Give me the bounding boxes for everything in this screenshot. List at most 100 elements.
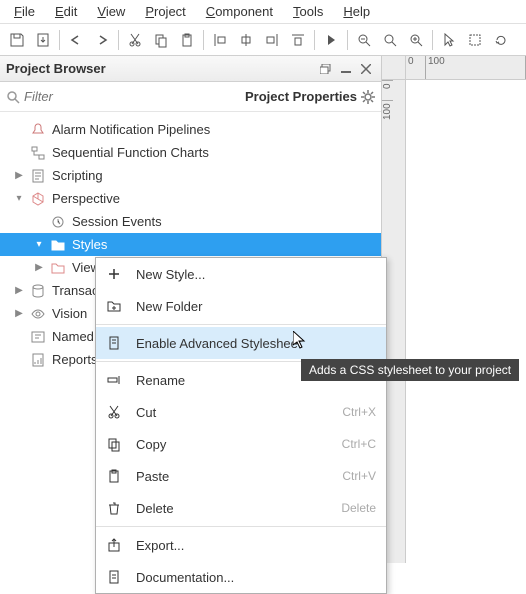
node-label: Session Events xyxy=(72,214,162,229)
pointer-button[interactable] xyxy=(436,26,462,54)
paste-button[interactable] xyxy=(174,26,200,54)
marquee-button[interactable] xyxy=(462,26,488,54)
import-button[interactable] xyxy=(30,26,56,54)
folder-icon xyxy=(50,237,66,253)
copy-button[interactable] xyxy=(148,26,174,54)
filter-input[interactable] xyxy=(24,89,245,104)
align-top-button[interactable] xyxy=(285,26,311,54)
script-icon xyxy=(30,168,46,184)
menu-item-label: Copy xyxy=(136,437,328,452)
rotate-button[interactable] xyxy=(488,26,514,54)
db-icon xyxy=(30,283,46,299)
menu-item-label: New Folder xyxy=(136,299,376,314)
menu-edit[interactable]: Edit xyxy=(45,1,87,22)
node-label: Sequential Function Charts xyxy=(52,145,209,160)
cube-icon xyxy=(30,191,46,207)
paste-icon xyxy=(106,468,122,484)
toolbar xyxy=(0,24,526,56)
node-label: Reports xyxy=(52,352,98,367)
undo-button[interactable] xyxy=(63,26,89,54)
design-canvas[interactable] xyxy=(406,80,526,563)
shortcut-label: Delete xyxy=(341,501,376,515)
tree-node-alarm-notification-pipelines[interactable]: Alarm Notification Pipelines xyxy=(0,118,381,141)
panel-header: Project Browser xyxy=(0,56,381,82)
filter-row: Project Properties xyxy=(0,82,381,112)
cut-button[interactable] xyxy=(122,26,148,54)
cut-icon xyxy=(106,404,122,420)
bell-icon xyxy=(30,122,46,138)
report-icon xyxy=(30,352,46,368)
menu-item-label: Cut xyxy=(136,405,328,420)
zoom-reset-button[interactable] xyxy=(377,26,403,54)
tree-node-scripting[interactable]: ▶ Scripting xyxy=(0,164,381,187)
export-icon xyxy=(106,537,122,553)
canvas-panel: 0 100 0 100 xyxy=(382,56,526,563)
minimize-icon[interactable] xyxy=(337,61,355,77)
menu-item-label: Paste xyxy=(136,469,328,484)
menu-item-label: Documentation... xyxy=(136,570,376,585)
toggle-icon[interactable]: ▶ xyxy=(14,308,24,319)
toggle-icon[interactable]: ▾ xyxy=(34,239,44,250)
align-left-button[interactable] xyxy=(207,26,233,54)
tree-node-perspective[interactable]: ▾Perspective xyxy=(0,187,381,210)
toggle-icon[interactable]: ▶ xyxy=(14,170,24,181)
tooltip: Adds a CSS stylesheet to your project xyxy=(301,359,519,381)
search-box[interactable] xyxy=(6,89,245,104)
tree-node-sequential-function-charts[interactable]: Sequential Function Charts xyxy=(0,141,381,164)
node-label: Vision xyxy=(52,306,87,321)
zoom-out-button[interactable] xyxy=(351,26,377,54)
shortcut-label: Ctrl+V xyxy=(342,469,376,483)
play-button[interactable] xyxy=(318,26,344,54)
menu-item-new-folder[interactable]: New Folder xyxy=(96,290,386,322)
flow-icon xyxy=(30,145,46,161)
align-center-button[interactable] xyxy=(233,26,259,54)
redo-button[interactable] xyxy=(89,26,115,54)
menu-item-label: Delete xyxy=(136,501,327,516)
menu-item-enable-advanced-stylesheet[interactable]: Enable Advanced Stylesheet xyxy=(96,327,386,359)
ruler-horizontal: 0 100 xyxy=(382,56,526,80)
folder-plus-icon xyxy=(106,298,122,314)
save-button[interactable] xyxy=(4,26,30,54)
menu-item-new-style[interactable]: New Style... xyxy=(96,258,386,290)
node-label: Scripting xyxy=(52,168,103,183)
menubar: FileEditViewProjectComponentToolsHelp xyxy=(0,0,526,24)
context-menu: New Style... New Folder Enable Advanced St… xyxy=(95,257,387,594)
menu-item-copy: Copy Ctrl+C xyxy=(96,428,386,460)
folder-o-icon xyxy=(50,260,66,276)
zoom-in-button[interactable] xyxy=(403,26,429,54)
event-icon xyxy=(50,214,66,230)
menu-item-label: Enable Advanced Stylesheet xyxy=(136,336,376,351)
menu-item-documentation: Documentation... xyxy=(96,561,386,593)
menu-item-label: Export... xyxy=(136,538,376,553)
copy-icon xyxy=(106,436,122,452)
search-icon xyxy=(6,90,20,104)
menu-component[interactable]: Component xyxy=(196,1,283,22)
doc2-icon xyxy=(106,569,122,585)
toggle-icon[interactable]: ▶ xyxy=(14,285,24,296)
shortcut-label: Ctrl+C xyxy=(342,437,376,451)
menu-item-cut: Cut Ctrl+X xyxy=(96,396,386,428)
node-label: Styles xyxy=(72,237,107,252)
tree-node-session-events[interactable]: Session Events xyxy=(0,210,381,233)
menu-view[interactable]: View xyxy=(87,1,135,22)
shortcut-label: Ctrl+X xyxy=(342,405,376,419)
project-properties-link[interactable]: Project Properties xyxy=(245,89,357,104)
gear-icon[interactable] xyxy=(361,90,375,104)
plus-icon xyxy=(106,266,122,282)
close-icon[interactable] xyxy=(357,61,375,77)
eye-icon xyxy=(30,306,46,322)
doc-icon xyxy=(106,335,122,351)
menu-tools[interactable]: Tools xyxy=(283,1,333,22)
toggle-icon[interactable]: ▶ xyxy=(34,262,44,273)
menu-item-label: New Style... xyxy=(136,267,376,282)
menu-project[interactable]: Project xyxy=(135,1,195,22)
toggle-icon[interactable]: ▾ xyxy=(14,193,24,204)
menu-file[interactable]: File xyxy=(4,1,45,22)
restore-icon[interactable] xyxy=(317,61,335,77)
query-icon xyxy=(30,329,46,345)
menu-item-export[interactable]: Export... xyxy=(96,529,386,561)
menu-help[interactable]: Help xyxy=(333,1,380,22)
align-right-button[interactable] xyxy=(259,26,285,54)
tree-node-styles[interactable]: ▾ Styles xyxy=(0,233,381,256)
menu-item-delete: Delete Delete xyxy=(96,492,386,524)
